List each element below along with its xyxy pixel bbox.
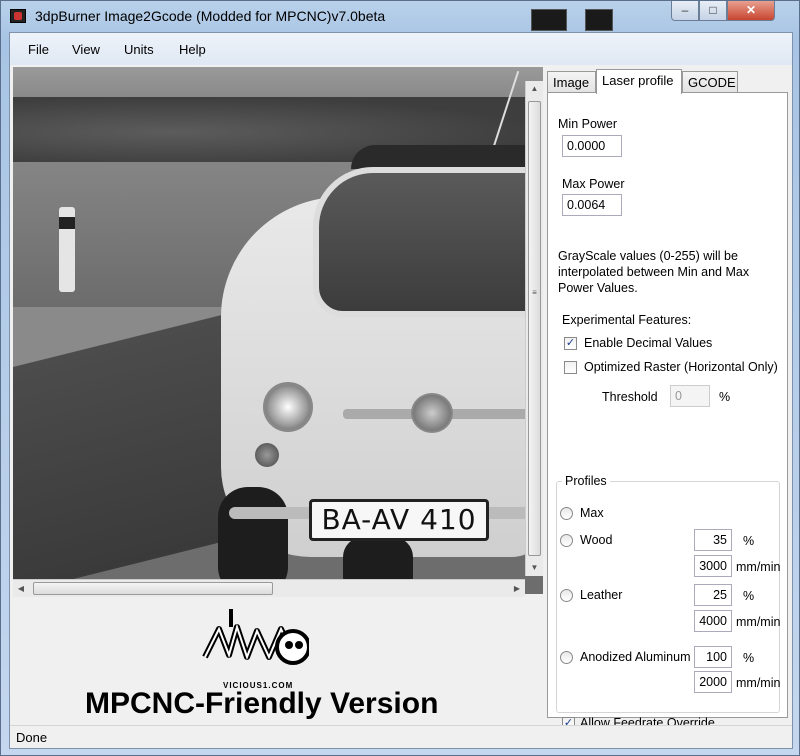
laser-profile-panel: Min Power 0.0000 Max Power 0.0064 GraySc… <box>547 92 788 730</box>
vicious-logo-graphic <box>202 609 309 665</box>
profile-leather-label[interactable]: Leather <box>580 588 622 602</box>
photo-car-roof <box>351 145 543 169</box>
min-power-label: Min Power <box>558 117 618 131</box>
menu-bar: File View Units Help <box>10 33 792 65</box>
leather-power-input[interactable]: 25 <box>694 584 732 606</box>
menu-file[interactable]: File <box>28 42 49 57</box>
photo-road-post <box>59 207 75 292</box>
tab-image[interactable]: Image <box>547 71 596 93</box>
vertical-scroll-thumb[interactable] <box>528 101 541 556</box>
anodized-aluminum-speed-unit: mm/min <box>736 676 781 690</box>
client-area: File View Units Help BA-AV 410 ▲ ≡ ▼ ◀ ▶… <box>9 32 793 749</box>
max-power-input[interactable]: 0.0064 <box>562 194 622 216</box>
threshold-label: Threshold <box>602 390 658 404</box>
horizontal-scrollbar[interactable]: ◀ ▶ <box>13 579 525 597</box>
threshold-input: 0 <box>670 385 710 407</box>
scroll-up-icon[interactable]: ▲ <box>526 81 543 97</box>
enable-decimal-checkbox[interactable]: ✓ <box>564 337 577 350</box>
photo-car-emblem <box>411 393 453 433</box>
window-title: 3dpBurner Image2Gcode (Modded for MPCNC)… <box>35 8 386 24</box>
photo-car-windshield <box>313 167 543 317</box>
photo-car-headlight <box>263 382 313 432</box>
scroll-down-icon[interactable]: ▼ <box>526 560 543 576</box>
image-preview[interactable]: BA-AV 410 <box>13 67 543 594</box>
close-button[interactable]: ✕ <box>727 1 775 21</box>
threshold-unit: % <box>719 390 731 404</box>
menu-help[interactable]: Help <box>179 42 206 57</box>
grip-icon: ≡ <box>532 288 537 297</box>
leather-power-unit: % <box>743 589 755 603</box>
menu-view[interactable]: View <box>72 42 100 57</box>
grayscale-note-line2: interpolated between Min and Max <box>558 265 750 279</box>
wood-speed-unit: mm/min <box>736 560 781 574</box>
enable-decimal-label[interactable]: Enable Decimal Values <box>584 336 712 350</box>
anodized-aluminum-speed-input[interactable]: 2000 <box>694 671 732 693</box>
leather-speed-input[interactable]: 4000 <box>694 610 732 632</box>
maximize-button[interactable]: □ <box>699 1 727 21</box>
max-power-label: Max Power <box>562 177 625 191</box>
experimental-features-label: Experimental Features: <box>562 313 692 327</box>
wood-power-input[interactable]: 35 <box>694 529 732 551</box>
status-text: Done <box>16 730 48 745</box>
wood-speed-input[interactable]: 3000 <box>694 555 732 577</box>
profile-leather-radio[interactable] <box>560 589 573 602</box>
tab-laser-profile[interactable]: Laser profile <box>596 69 682 94</box>
menu-units[interactable]: Units <box>124 42 154 57</box>
photo-car-foglight <box>255 443 279 467</box>
logo-area: VICIOUS1.COM MPCNC-Friendly Version <box>13 599 543 720</box>
wood-power-unit: % <box>743 534 755 548</box>
app-window: 3dpBurner Image2Gcode (Modded for MPCNC)… <box>0 0 800 756</box>
min-power-input[interactable]: 0.0000 <box>562 135 622 157</box>
photo-license-plate: BA-AV 410 <box>309 499 489 541</box>
horizontal-scroll-thumb[interactable] <box>33 582 273 595</box>
tab-gcode[interactable]: GCODE <box>682 71 738 93</box>
scroll-right-icon[interactable]: ▶ <box>509 580 525 597</box>
photo-car-wheel <box>218 487 288 594</box>
vertical-scrollbar[interactable]: ▲ ≡ ▼ <box>525 81 543 576</box>
status-bar: Done <box>10 725 792 748</box>
profile-anodized-aluminum-radio[interactable] <box>560 651 573 664</box>
optimized-raster-checkbox[interactable] <box>564 361 577 374</box>
grayscale-note-line1: GrayScale values (0-255) will be <box>558 249 738 263</box>
anodized-aluminum-power-input[interactable]: 100 <box>694 646 732 668</box>
title-bar: 3dpBurner Image2Gcode (Modded for MPCNC)… <box>1 1 800 31</box>
profile-max-label[interactable]: Max <box>580 506 604 520</box>
logo-title: MPCNC-Friendly Version <box>85 687 439 720</box>
profile-max-radio[interactable] <box>560 507 573 520</box>
app-icon <box>10 9 26 23</box>
anodized-aluminum-power-unit: % <box>743 651 755 665</box>
profiles-title: Profiles <box>562 474 610 488</box>
profile-wood-label[interactable]: Wood <box>580 533 612 547</box>
profile-wood-radio[interactable] <box>560 534 573 547</box>
profile-anodized-aluminum-label[interactable]: Anodized Aluminum <box>580 650 690 664</box>
scroll-left-icon[interactable]: ◀ <box>13 580 29 597</box>
minimize-button[interactable]: – <box>671 1 699 21</box>
grayscale-note-line3: Power Values. <box>558 281 638 295</box>
optimized-raster-label[interactable]: Optimized Raster (Horizontal Only) <box>584 360 778 374</box>
taskbar-thumbnail <box>585 9 613 31</box>
taskbar-thumbnail <box>531 9 567 31</box>
leather-speed-unit: mm/min <box>736 615 781 629</box>
